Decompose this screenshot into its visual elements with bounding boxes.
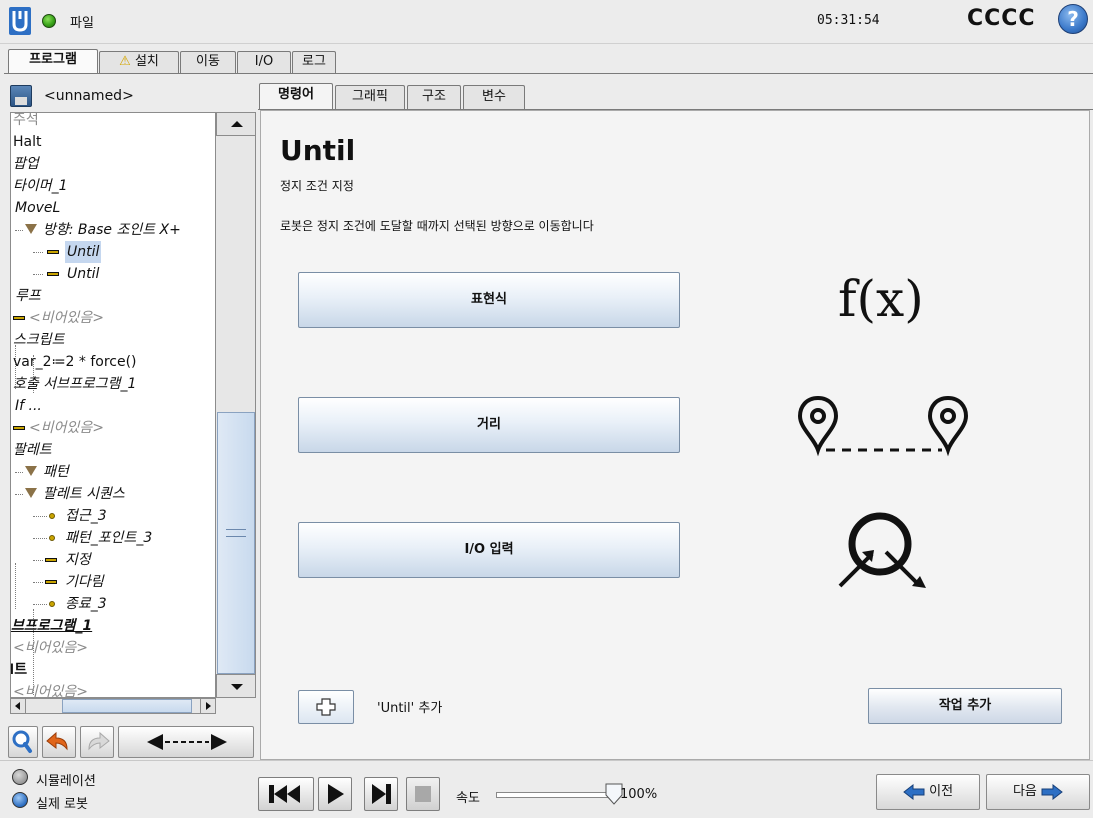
function-icon: f(x) xyxy=(838,270,924,328)
step-forward-icon xyxy=(372,784,391,804)
tab-divider xyxy=(4,73,1093,74)
waypoint-icon xyxy=(49,513,55,519)
tab-program[interactable]: 프로그램 xyxy=(8,49,98,74)
skip-to-start-button[interactable] xyxy=(258,777,314,811)
program-name: <unnamed> xyxy=(44,88,134,104)
folder-triangle-icon xyxy=(25,466,37,476)
program-tree[interactable]: 주석 Halt 팝업 타이머_1 MoveL 방향: Base 조인트 X+ U… xyxy=(10,112,216,698)
command-bar-icon xyxy=(47,250,59,254)
tab-graphics[interactable]: 그래픽 xyxy=(335,85,405,109)
help-icon[interactable]: ? xyxy=(1058,4,1088,34)
vertical-scroll-thumb[interactable] xyxy=(217,412,255,674)
tab-move-label: 이동 xyxy=(196,54,220,69)
skip-to-start-icon xyxy=(269,785,300,803)
play-icon xyxy=(328,784,344,804)
undo-button[interactable] xyxy=(42,726,76,758)
previous-button-label: 이전 xyxy=(929,784,954,799)
move-arrows-icon xyxy=(147,734,227,750)
tab-variables[interactable]: 변수 xyxy=(463,85,525,109)
page-description: 로봇은 정지 조건에 도달할 때까지 선택된 방향으로 이동합니다 xyxy=(280,219,594,233)
folder-triangle-icon xyxy=(25,488,37,498)
tab-commands[interactable]: 명령어 xyxy=(259,83,333,110)
tab-io-label: I/O xyxy=(254,54,274,69)
waypoint-icon xyxy=(49,535,55,541)
tree-connector xyxy=(15,563,16,609)
file-menu[interactable]: 파일 xyxy=(70,12,94,31)
tab-commands-label: 명령어 xyxy=(278,87,314,102)
robot-status-indicator-icon xyxy=(42,14,56,28)
simulation-label: 시뮬레이션 xyxy=(36,774,96,789)
robot-name: CCCC xyxy=(967,6,1036,31)
speed-slider[interactable] xyxy=(496,792,614,798)
arrow-left-icon xyxy=(903,783,925,800)
tab-variables-label: 변수 xyxy=(482,89,506,104)
redo-button[interactable] xyxy=(80,726,114,758)
tab-io[interactable]: I/O xyxy=(237,51,291,73)
command-bar-icon xyxy=(45,580,57,584)
folder-triangle-icon xyxy=(25,224,37,234)
redo-icon xyxy=(88,731,110,751)
scroll-up-icon[interactable] xyxy=(216,112,256,136)
simulation-radio[interactable] xyxy=(12,769,28,785)
clock: 05:31:54 xyxy=(817,13,880,28)
real-robot-label: 실제 로봇 xyxy=(36,797,88,812)
tab-program-label: 프로그램 xyxy=(29,52,77,67)
save-program-icon[interactable] xyxy=(10,85,32,107)
next-button-label: 다음 xyxy=(1012,784,1037,799)
waypoint-icon xyxy=(49,601,55,607)
horizontal-scroll-thumb[interactable] xyxy=(62,699,192,713)
command-bar-icon xyxy=(13,316,25,320)
command-bar-icon xyxy=(47,272,59,276)
play-button[interactable] xyxy=(318,777,352,811)
expression-button-label: 표현식 xyxy=(471,292,507,307)
arrow-right-icon xyxy=(1041,783,1063,800)
scroll-down-icon[interactable] xyxy=(216,674,256,698)
tab-log-label: 로그 xyxy=(302,54,326,69)
speed-label: 속도 xyxy=(456,791,480,806)
search-button[interactable] xyxy=(8,726,38,758)
real-robot-radio[interactable] xyxy=(12,792,28,808)
universal-robots-logo-icon xyxy=(9,7,31,35)
command-bar-icon xyxy=(13,426,25,430)
warning-icon: ⚠ xyxy=(119,54,131,69)
command-bar-icon xyxy=(45,558,57,562)
move-node-button[interactable] xyxy=(118,726,254,758)
speed-value: 100% xyxy=(620,787,658,802)
io-input-button-label: I/O 입력 xyxy=(464,542,514,557)
undo-icon xyxy=(46,731,68,751)
add-action-button[interactable]: 작업 추가 xyxy=(868,688,1062,724)
add-until-button[interactable] xyxy=(298,690,354,724)
distance-button[interactable]: 거리 xyxy=(298,397,680,453)
plus-icon xyxy=(316,698,336,716)
scroll-left-icon[interactable] xyxy=(10,698,26,714)
tab-installation[interactable]: ⚠ 설치 xyxy=(99,51,179,73)
tab-installation-label: 설치 xyxy=(134,54,159,69)
page-title: Until xyxy=(280,134,356,167)
previous-button[interactable]: 이전 xyxy=(876,774,980,810)
tab-structure[interactable]: 구조 xyxy=(407,85,461,109)
step-button[interactable] xyxy=(364,777,398,811)
page-subtitle: 정지 조건 지정 xyxy=(280,179,354,193)
next-button[interactable]: 다음 xyxy=(986,774,1090,810)
tab-log[interactable]: 로그 xyxy=(292,51,336,73)
expression-button[interactable]: 표현식 xyxy=(298,272,680,328)
distance-icon xyxy=(797,395,969,457)
scroll-right-icon[interactable] xyxy=(200,698,216,714)
tab-move[interactable]: 이동 xyxy=(180,51,236,73)
search-icon xyxy=(12,730,32,753)
io-input-button[interactable]: I/O 입력 xyxy=(298,522,680,578)
tab-graphics-label: 그래픽 xyxy=(352,89,388,104)
top-bar xyxy=(0,0,1093,44)
tab-structure-label: 구조 xyxy=(422,89,446,104)
io-signal-icon xyxy=(838,512,926,588)
add-until-label: 'Until' 추가 xyxy=(377,701,443,716)
distance-button-label: 거리 xyxy=(477,417,501,432)
stop-button[interactable] xyxy=(406,777,440,811)
